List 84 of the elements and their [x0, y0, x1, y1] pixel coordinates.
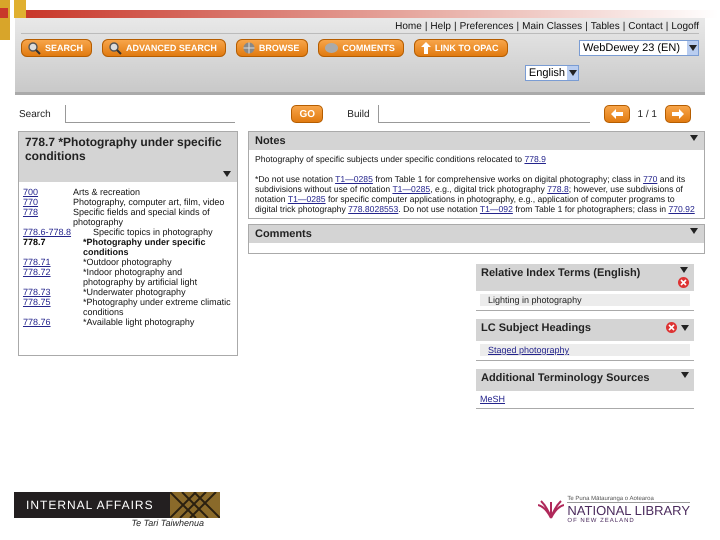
edition-select[interactable]: WebDewey 23 (EN) — [579, 40, 699, 56]
page-counter: 1 / 1 — [638, 108, 657, 120]
close-icon[interactable] — [666, 322, 677, 333]
dropdown-triangle-icon[interactable] — [690, 135, 698, 141]
top-nav-link[interactable]: Preferences — [460, 21, 514, 32]
up-arrow-icon — [420, 42, 431, 54]
term-text: Lighting in photography — [488, 295, 582, 305]
speech-bubble-icon — [325, 42, 338, 54]
note-paragraph: Photography of specific subjects under specific conditions relocated to 778.9 — [255, 154, 547, 164]
class-caption: *Underwater photography — [83, 287, 186, 297]
class-number-link[interactable]: 700 — [23, 187, 73, 197]
woven-pattern-drawing — [170, 492, 220, 518]
close-icon[interactable] — [678, 277, 689, 288]
dropdown-triangle-icon[interactable] — [688, 45, 696, 51]
link-separator: | — [424, 21, 428, 32]
search-label: Search — [19, 108, 51, 120]
notation-link[interactable]: 770.92 — [668, 204, 695, 214]
link-separator: | — [622, 21, 626, 32]
notation-link[interactable]: T1—092 — [480, 204, 513, 214]
previous-button[interactable] — [604, 105, 630, 123]
class-caption: *Indoor photography and photography by artificial light — [83, 267, 198, 287]
top-nav-link[interactable]: Main Classes — [522, 21, 582, 32]
link-separator: | — [516, 21, 520, 32]
logo-subtitle: Te Tari Taiwhenua — [131, 518, 205, 528]
top-nav-link[interactable]: Logoff — [671, 21, 699, 32]
class-number-link[interactable]: 778.76 — [23, 317, 83, 327]
build-label: Build — [347, 108, 370, 120]
note-paragraph: *Do not use notation T1—0285 from Table 1 for comprehensive works on digital photography; class in 770 and its subdivisions without use of notation T1—0285, e.g., digital trick photography 778.8; however, use subdivisions of notation T1—0285 for specific computer applications in photography, e.g., application of computer programs to digital trick photography 778.8028553. Do not use notation T1—092 from Table 1 for photographers; class in 770.92 — [255, 174, 696, 214]
link-separator: | — [666, 21, 668, 32]
book-pages-icon — [538, 500, 564, 520]
class-caption: *Available light photography — [83, 317, 194, 327]
notation-link[interactable]: T1—0285 — [335, 174, 373, 184]
class-caption: Arts & recreation — [73, 187, 140, 197]
next-button[interactable] — [665, 105, 691, 123]
class-number-link[interactable]: 778 — [23, 207, 73, 227]
class-number-link[interactable]: 778.72 — [23, 267, 83, 287]
class-caption: *Photography under specific conditions — [83, 237, 207, 257]
dropdown-triangle-icon[interactable] — [681, 372, 689, 378]
slide-decoration-square — [14, 0, 26, 18]
search-icon — [28, 42, 41, 54]
language-select[interactable]: English — [524, 65, 579, 81]
class-caption: Specific topics in photography — [92, 227, 213, 237]
notation-link[interactable]: T1—0285 — [288, 194, 326, 204]
link-separator: | — [585, 21, 588, 32]
logo-text: INTERNAL AFFAIRS — [25, 498, 155, 512]
top-nav-link[interactable]: Home — [395, 21, 422, 32]
term-link[interactable]: MeSH — [480, 394, 506, 404]
class-number-link[interactable]: 778.71 — [23, 257, 83, 267]
left-arrow-icon — [610, 109, 623, 119]
logo-text: NATIONAL LIBRARY — [567, 502, 690, 518]
class-number: 778.7 — [23, 237, 47, 249]
panel-title: 778.7 *Photography under specific conditions — [25, 135, 223, 164]
panel-title: Notes — [255, 135, 286, 147]
dropdown-triangle-icon[interactable] — [690, 228, 698, 234]
class-number-link[interactable]: 770 — [23, 197, 73, 207]
notation-link[interactable]: 778.8028553 — [348, 204, 398, 214]
panel-title: Relative Index Terms (English) — [481, 267, 640, 279]
notation-link[interactable]: T1—0285 — [392, 184, 430, 194]
dropdown-triangle-icon[interactable] — [681, 324, 689, 330]
slide-decoration-square — [0, 8, 8, 18]
dropdown-triangle-icon[interactable] — [680, 267, 688, 273]
top-nav-link[interactable]: Help — [430, 21, 451, 32]
class-caption: Photography, computer art, film, video — [73, 197, 224, 207]
top-nav-link[interactable]: Tables — [590, 21, 620, 32]
term-link[interactable]: Staged photography — [488, 345, 570, 355]
notation-link[interactable]: 770 — [643, 174, 658, 184]
top-nav-link[interactable]: Contact — [628, 21, 663, 32]
link-separator: | — [454, 21, 457, 32]
dropdown-triangle-icon[interactable] — [223, 170, 231, 177]
notation-link[interactable]: 778.9 — [524, 154, 546, 164]
class-caption: *Outdoor photography — [83, 257, 172, 267]
class-caption: *Photography under extreme climatic conditions — [83, 297, 232, 317]
notation-link[interactable]: 778.8 — [547, 184, 569, 194]
search-icon — [109, 42, 122, 54]
class-number-link[interactable]: 778.75 — [23, 297, 83, 317]
dropdown-triangle-icon[interactable] — [568, 70, 576, 76]
class-number-link[interactable]: 778.6-778.8 — [23, 227, 83, 237]
panel-title: Comments — [255, 228, 312, 240]
right-arrow-icon — [672, 109, 684, 119]
panel-title: LC Subject Headings — [481, 322, 592, 334]
globe-icon — [242, 42, 255, 54]
class-caption: Specific fields and special kinds of photography — [73, 207, 211, 227]
panel-title: Additional Terminology Sources — [481, 372, 650, 384]
class-number-link[interactable]: 778.73 — [23, 287, 83, 297]
